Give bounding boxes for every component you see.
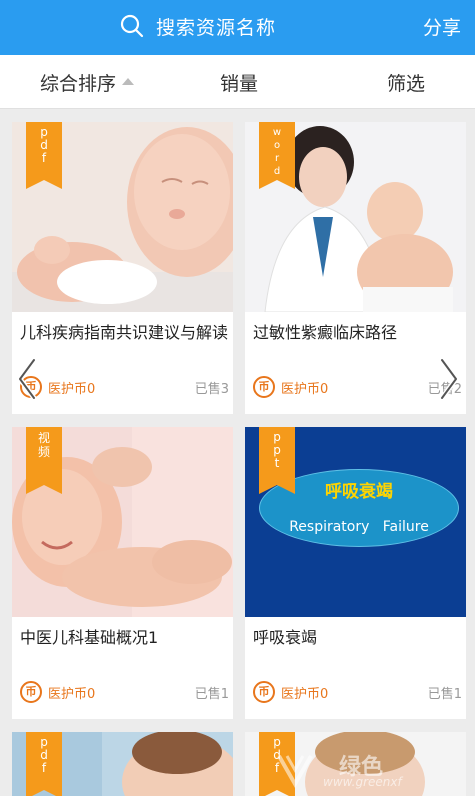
search-icon — [120, 14, 144, 38]
resource-title: 过敏性紫癜临床路径 — [253, 323, 398, 342]
resource-sold-count: 已售3 — [194, 382, 229, 397]
resource-price: 医护币0 — [281, 382, 329, 397]
resource-sold-count: 已售1 — [427, 687, 462, 702]
slide-subtitle: Respiratory Failure — [289, 519, 429, 535]
search-bar[interactable]: 搜索资源名称 — [120, 11, 276, 41]
resource-title: 儿科疾病指南共识建议与解读 — [20, 323, 229, 342]
resource-title: 中医儿科基础概况1 — [20, 628, 159, 647]
resource-price: 医护币0 — [281, 687, 329, 702]
file-type-tag: pdf — [26, 122, 62, 189]
file-type-label: 视频 — [37, 431, 50, 459]
resource-card[interactable]: pdf 儿科疾病指南共识建议与解读 币 医护币0 已售3 — [12, 122, 233, 414]
file-type-tag: ppt — [259, 427, 295, 494]
resource-card[interactable]: word 过敏性紫癜临床路径 币 医护币0 已售2 — [245, 122, 466, 414]
file-type-label: pdf — [40, 125, 48, 165]
top-bar: 搜索资源名称 分享 — [0, 0, 475, 55]
file-type-tag: pdf — [26, 732, 62, 796]
coin-icon: 币 — [253, 376, 275, 398]
filter-bar: 综合排序 销量 筛选 — [0, 55, 475, 109]
resource-sold-count: 已售1 — [194, 687, 229, 702]
resource-price: 医护币0 — [48, 382, 96, 397]
resource-card[interactable]: pdf — [245, 732, 466, 796]
coin-icon: 币 — [20, 681, 42, 703]
sort-sales-label: 销量 — [220, 73, 259, 95]
sort-comprehensive-label: 综合排序 — [40, 73, 117, 95]
file-type-tag: 视频 — [26, 427, 62, 494]
file-type-label: ppt — [273, 430, 281, 470]
search-placeholder: 搜索资源名称 — [156, 16, 277, 39]
file-type-label: pdf — [273, 735, 281, 775]
filter-label: 筛选 — [387, 73, 426, 95]
chevron-left-icon[interactable] — [14, 356, 40, 402]
sort-caret-icon — [122, 78, 135, 85]
file-type-label: word — [272, 127, 282, 177]
filter-tab[interactable]: 筛选 — [387, 69, 425, 96]
resource-card[interactable]: 视频 中医儿科基础概况1 币 医护币0 已售1 — [12, 427, 233, 719]
coin-icon: 币 — [253, 681, 275, 703]
file-type-tag: pdf — [259, 732, 295, 796]
file-type-tag: word — [259, 122, 295, 189]
file-type-label: pdf — [40, 735, 48, 775]
resource-price: 医护币0 — [48, 687, 96, 702]
resource-card[interactable]: 呼吸衰竭 Respiratory Failure ppt 呼吸衰竭 币 医护币0… — [245, 427, 466, 719]
sort-comprehensive-tab[interactable]: 综合排序 — [40, 69, 135, 96]
resource-title: 呼吸衰竭 — [253, 628, 318, 647]
chevron-right-icon[interactable] — [436, 356, 462, 402]
share-button[interactable]: 分享 — [423, 13, 461, 40]
sort-sales-tab[interactable]: 销量 — [220, 69, 258, 96]
resource-card[interactable]: pdf — [12, 732, 233, 796]
